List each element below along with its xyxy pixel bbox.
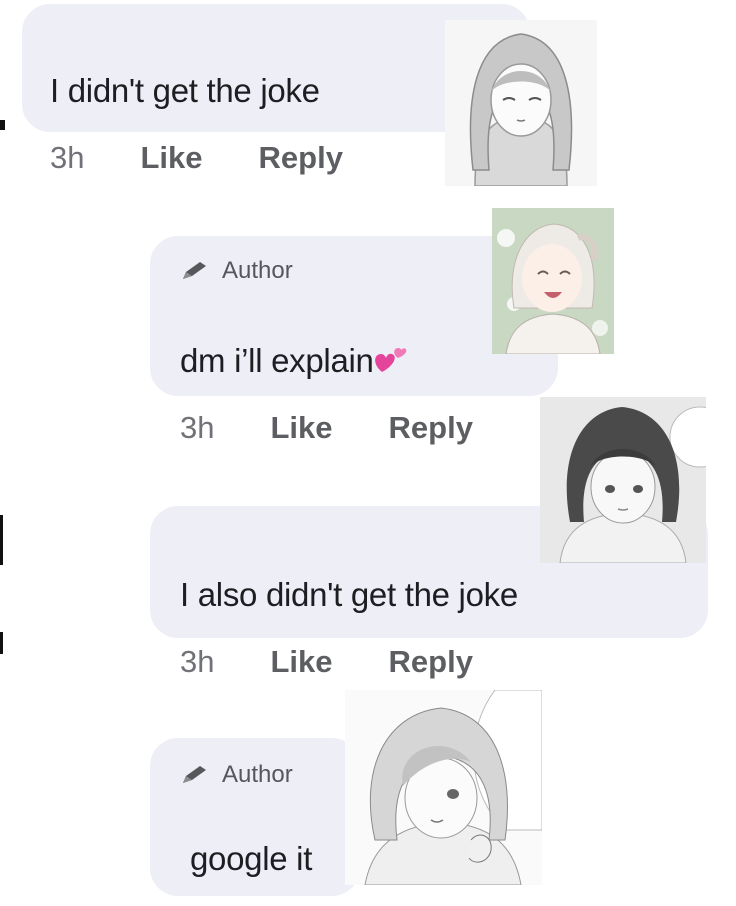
comment-meta-1: 3h Like Reply	[50, 140, 399, 176]
reply-button-2[interactable]: Reply	[389, 410, 473, 446]
avatar-1	[445, 20, 597, 186]
avatar-3	[540, 397, 706, 563]
reply-button-1[interactable]: Reply	[259, 140, 343, 176]
comment-time-3: 3h	[180, 644, 215, 679]
comment-time-1: 3h	[50, 140, 85, 175]
left-edge-mark-2	[0, 515, 3, 565]
avatar-2	[492, 208, 614, 354]
comment-text-2: dm i’ll explain	[180, 342, 408, 380]
author-badge-1: Author	[180, 257, 293, 285]
like-button-3[interactable]: Like	[270, 644, 332, 680]
comment-time-2: 3h	[180, 410, 215, 445]
like-button-1[interactable]: Like	[140, 140, 202, 176]
pencil-icon	[183, 766, 206, 783]
left-edge-mark-1	[0, 120, 5, 130]
comment-text-4: google it	[190, 840, 313, 877]
comment-meta-2: 3h Like Reply	[180, 410, 529, 446]
comment-text-1: I didn't get the joke	[50, 72, 320, 109]
comment-meta-3: 3h Like Reply	[180, 644, 529, 680]
left-edge-mark-3	[0, 632, 3, 654]
avatar-4	[345, 690, 542, 885]
author-badge-2: Author	[180, 761, 293, 789]
reply-button-3[interactable]: Reply	[389, 644, 473, 680]
author-label-2: Author	[222, 761, 293, 788]
author-label-1: Author	[222, 257, 293, 284]
like-button-2[interactable]: Like	[270, 410, 332, 446]
comment-text-2-value: dm i’ll explain	[180, 342, 374, 379]
pencil-icon	[183, 262, 206, 279]
comment-text-3: I also didn't get the joke	[180, 576, 518, 613]
two-hearts-emoji	[374, 348, 406, 372]
